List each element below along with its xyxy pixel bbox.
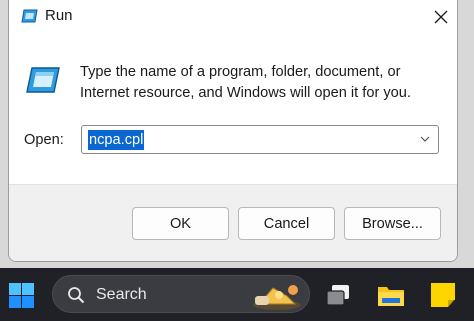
widget-icon[interactable]: [249, 278, 305, 312]
run-icon: [25, 66, 61, 94]
taskbar: Search: [0, 268, 474, 321]
sticky-notes-icon[interactable]: [428, 280, 458, 310]
run-dialog: Run Type the name of a program, folder, …: [8, 0, 458, 262]
chevron-down-icon[interactable]: [420, 134, 430, 144]
file-explorer-icon[interactable]: [376, 280, 406, 310]
close-icon: [434, 10, 448, 24]
windows-start-icon[interactable]: [8, 282, 35, 309]
taskbar-search[interactable]: Search: [52, 275, 310, 313]
run-icon: [21, 9, 38, 23]
window-title: Run: [45, 7, 73, 24]
open-input-value: ncpa.cpl: [88, 130, 145, 150]
open-input[interactable]: ncpa.cpl: [81, 125, 439, 154]
search-label: Search: [96, 286, 147, 303]
cancel-button[interactable]: Cancel: [238, 207, 335, 240]
close-button[interactable]: [423, 0, 457, 34]
dialog-body: Type the name of a program, folder, docu…: [9, 34, 457, 184]
search-icon: [68, 287, 85, 304]
description-text: Type the name of a program, folder, docu…: [80, 64, 411, 101]
task-view-icon[interactable]: [324, 280, 354, 310]
dialog-footer: OK Cancel Browse...: [9, 184, 457, 261]
title-bar[interactable]: Run: [9, 0, 457, 34]
ok-button[interactable]: OK: [132, 207, 229, 240]
open-label: Open:: [24, 132, 64, 148]
browse-button[interactable]: Browse...: [344, 207, 441, 240]
